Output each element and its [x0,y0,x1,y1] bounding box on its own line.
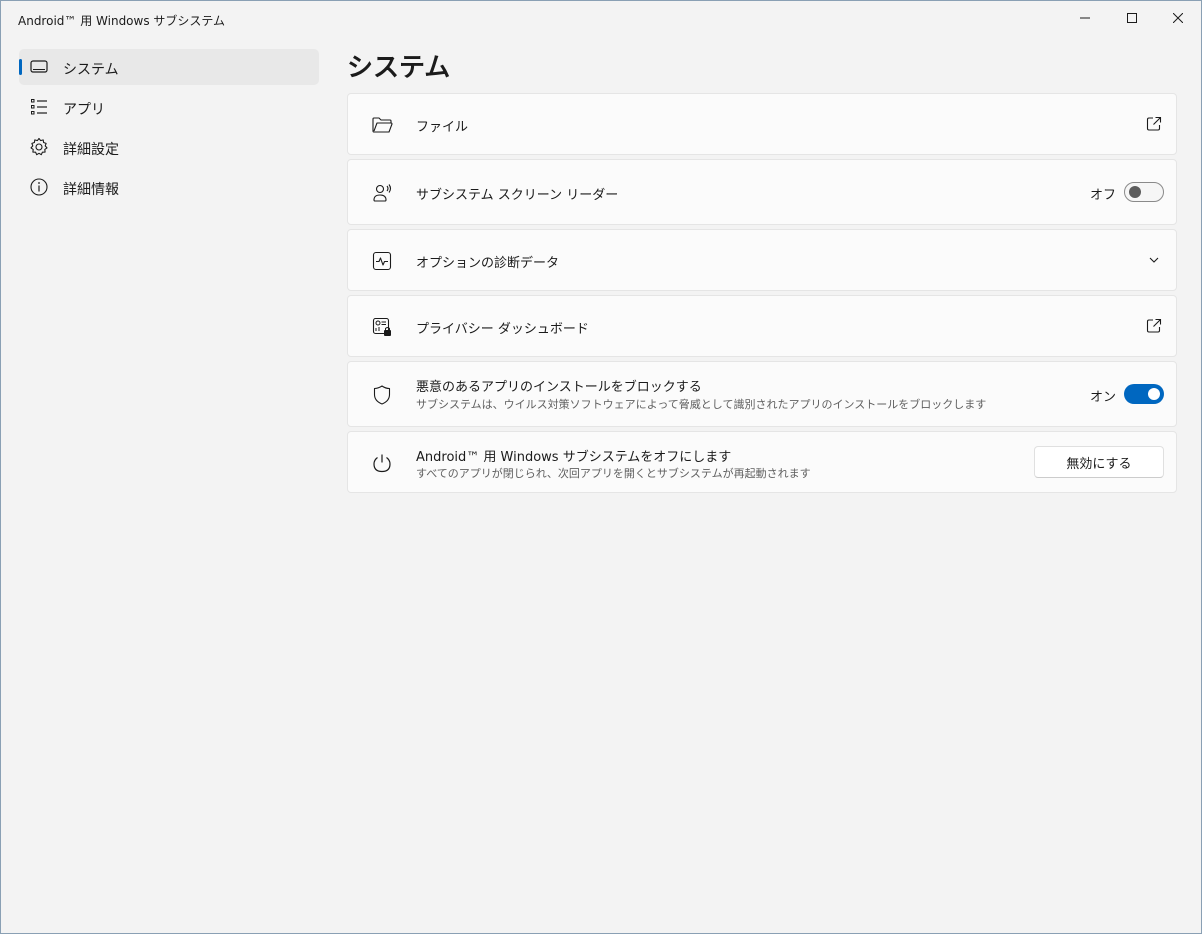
chevron-down-icon[interactable] [1146,252,1162,268]
shield-icon [373,385,391,405]
block-malicious-apps-toggle[interactable] [1124,384,1164,404]
window-title: Android™ 用 Windows サブシステム [18,14,226,28]
close-button[interactable] [1155,1,1201,35]
setting-block-malicious-apps: 悪意のあるアプリのインストールをブロックする サブシステムは、ウイルス対策ソフト… [347,361,1177,427]
setting-title: サブシステム スクリーン リーダー [416,188,619,203]
setting-description: すべてのアプリが閉じられ、次回アプリを開くとサブシステムが再起動されます [416,467,811,480]
privacy-dashboard-icon [372,317,391,336]
setting-title: オプションの診断データ [416,256,560,271]
toggle-state-label: オフ [1090,188,1117,203]
setting-title: プライバシー ダッシュボード [416,322,589,337]
minimize-button[interactable] [1062,1,1108,35]
sidebar-item-advanced-settings[interactable]: 詳細設定 [19,129,319,165]
monitor-icon [30,60,48,73]
app-window: Android™ 用 Windows サブシステム システム アプリ 詳細設定 … [0,0,1202,934]
setting-title: 悪意のあるアプリのインストールをブロックする [416,380,702,395]
sidebar-item-label: 詳細情報 [63,182,119,198]
disable-subsystem-button[interactable]: 無効にする [1034,446,1164,478]
sidebar-item-label: アプリ [63,102,105,118]
toggle-knob [1129,186,1141,198]
setting-description: サブシステムは、ウイルス対策ソフトウェアによって脅威として識別されたアプリのイン… [416,398,987,411]
open-external-icon[interactable] [1146,116,1162,132]
setting-screen-reader: サブシステム スクリーン リーダー オフ [347,159,1177,225]
diagnostics-icon [372,251,392,271]
setting-diagnostic-data[interactable]: オプションの診断データ [347,229,1177,291]
sidebar-item-about[interactable]: 詳細情報 [19,169,319,205]
open-external-icon[interactable] [1146,318,1162,334]
folder-icon [372,117,393,133]
sidebar-item-system[interactable]: システム [19,49,319,85]
toggle-state-label: オン [1090,390,1117,405]
setting-turn-off-subsystem: Android™ 用 Windows サブシステムをオフにします すべてのアプリ… [347,431,1177,493]
setting-title: Android™ 用 Windows サブシステムをオフにします [416,450,732,465]
title-bar: Android™ 用 Windows サブシステム [1,1,1201,37]
gear-icon [30,137,48,156]
setting-files[interactable]: ファイル [347,93,1177,155]
list-icon [31,99,47,115]
setting-title: ファイル [416,120,469,135]
sidebar-item-label: 詳細設定 [63,142,119,158]
screen-reader-toggle[interactable] [1124,182,1164,202]
toggle-knob [1148,388,1160,400]
power-icon [373,454,391,473]
page-title: システム [347,53,451,83]
screen-reader-icon [373,184,392,202]
selection-indicator [19,59,22,75]
sidebar-item-label: システム [63,62,119,78]
close-icon [1173,13,1183,23]
info-icon [30,178,48,196]
sidebar-item-apps[interactable]: アプリ [19,89,319,125]
minimize-icon [1080,17,1090,19]
maximize-button[interactable] [1109,1,1155,35]
setting-privacy-dashboard[interactable]: プライバシー ダッシュボード [347,295,1177,357]
maximize-icon [1127,13,1137,23]
